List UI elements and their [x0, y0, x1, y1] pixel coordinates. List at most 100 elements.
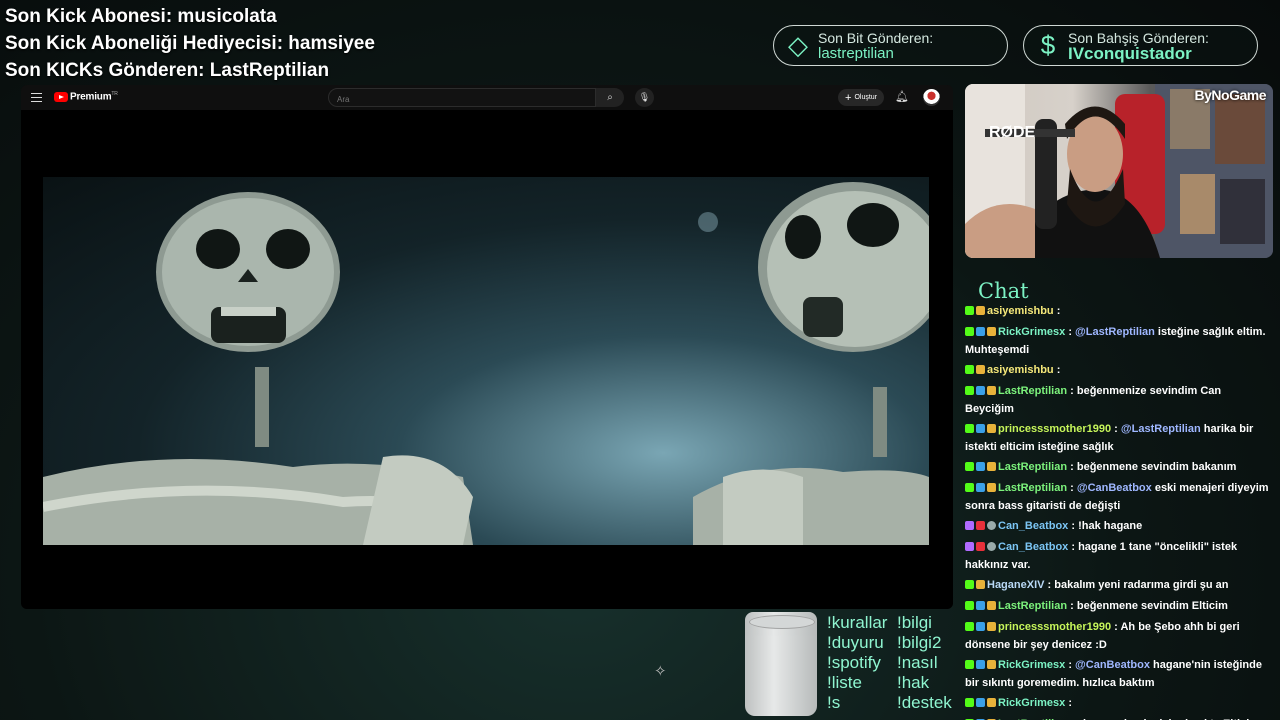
cup-image [745, 612, 817, 716]
search-box[interactable] [328, 88, 596, 108]
chat-mention[interactable]: @LastReptilian [1075, 326, 1155, 338]
chat-text: : [1065, 697, 1072, 709]
vip-badge-icon [976, 327, 985, 336]
sparkle-icon: ✧ [654, 663, 667, 680]
search-icon: ⌕ [607, 92, 613, 103]
chat-username[interactable]: asiyemishbu [987, 364, 1054, 376]
chat-title: Chat [978, 279, 1029, 303]
chat-badges [965, 460, 998, 477]
chat-username[interactable]: asiyemishbu [987, 305, 1054, 317]
chat-mention[interactable]: @LastReptilian [1121, 423, 1201, 435]
vip-badge-icon [976, 660, 985, 669]
chat-message: Can_Beatbox : !hak hagane [965, 518, 1272, 536]
mod-badge-icon [965, 542, 974, 551]
chat-message: LastReptilian : ah yaa o benim içimde uk… [965, 716, 1272, 720]
search-button[interactable]: ⌕ [596, 88, 624, 107]
chat-badges [965, 599, 998, 616]
chat-username[interactable]: RickGrimesx [998, 659, 1065, 671]
chat-username[interactable]: RickGrimesx [998, 326, 1065, 338]
chat-mention[interactable]: @CanBeatbox [1077, 482, 1152, 494]
chat-text: : bakalım yeni radarıma girdi şu an [1044, 579, 1229, 591]
chat-username[interactable]: princesssmother1990 [998, 621, 1111, 633]
chat-username[interactable]: LastReptilian [998, 482, 1067, 494]
mic-brand-label: RØDE [989, 124, 1036, 141]
chat-message: Can_Beatbox : hagane 1 tane "öncelikli" … [965, 539, 1272, 574]
webcam-view: RØDE ByNoGame [965, 84, 1273, 258]
chat-badges [965, 519, 998, 536]
menu-icon[interactable] [31, 93, 42, 102]
youtube-logo-icon[interactable] [54, 92, 68, 102]
search-input[interactable] [329, 91, 595, 108]
voice-search-button[interactable]: 🎙︎ [635, 88, 654, 107]
k-badge-icon [965, 601, 974, 610]
chat-text: : [1067, 482, 1077, 494]
vip-badge-icon [976, 483, 985, 492]
chat-text: : beğenmene sevindim Elticim [1067, 600, 1228, 612]
chat-message: LastReptilian : beğenmene sevindim Eltic… [965, 598, 1272, 616]
vip-badge-icon [976, 601, 985, 610]
chat-badges [965, 578, 987, 595]
chat-username[interactable]: LastReptilian [998, 385, 1067, 397]
command-item: !bilgi [897, 613, 932, 632]
sub-badge-icon [987, 601, 996, 610]
youtube-brand[interactable]: PremiumTR [70, 91, 118, 102]
last-kicks-text: Son KICKs Gönderen: LastReptilian [5, 60, 330, 81]
last-gift-text: Son Kick Aboneliği Hediyecisi: hamsiyee [5, 33, 375, 54]
red-badge-icon [976, 542, 985, 551]
red-badge-icon [976, 521, 985, 530]
k-badge-icon [965, 327, 974, 336]
sub-badge-icon [987, 327, 996, 336]
chat-text: : !hak hagane [1068, 520, 1143, 532]
vip-badge-icon [976, 462, 985, 471]
chat-mention[interactable]: @CanBeatbox [1075, 659, 1150, 671]
chat-text: : [1053, 305, 1061, 317]
command-item: !s [827, 693, 841, 712]
command-item: !duyuru [827, 633, 884, 652]
sub-badge-icon [976, 365, 985, 374]
command-item: !nasıl [897, 653, 938, 672]
last-bit-pill: ◇ Son Bit Gönderen: lastreptilian [773, 25, 1008, 66]
chat-badges [965, 422, 998, 439]
diamond-icon: ◇ [788, 30, 808, 60]
chat-text: : beğenmene sevindim bakanım [1067, 461, 1237, 473]
command-item: !liste [827, 673, 862, 692]
mic-icon: 🎙︎ [638, 92, 651, 102]
channel-brand-label: ByNoGame [1194, 87, 1267, 103]
k-badge-icon [965, 622, 974, 631]
commands-column-1: !kurallar !duyuru !spotify !liste !s [827, 613, 887, 713]
command-item: !hak [897, 673, 930, 692]
chat-username[interactable]: LastReptilian [998, 461, 1067, 473]
k-badge-icon [965, 698, 974, 707]
k-badge-icon [965, 306, 974, 315]
chat-message: asiyemishbu : [965, 303, 1272, 321]
k-badge-icon [965, 424, 974, 433]
chat-username[interactable]: LastReptilian [998, 600, 1067, 612]
bell-icon[interactable]: 🔔︎ [895, 90, 909, 103]
command-item: !destek [897, 693, 952, 712]
chat-message: HaganeXIV : bakalım yeni radarıma girdi … [965, 577, 1272, 595]
video-player[interactable] [21, 110, 953, 609]
avatar[interactable] [923, 89, 940, 106]
gray-badge-icon [987, 521, 996, 530]
chat-message: RickGrimesx : [965, 695, 1272, 713]
video-frame[interactable] [43, 177, 929, 545]
chat-username[interactable]: RickGrimesx [998, 697, 1065, 709]
k-badge-icon [965, 386, 974, 395]
chat-username[interactable]: Can_Beatbox [998, 541, 1068, 553]
chat-message: princesssmother1990 : @LastReptilian har… [965, 421, 1272, 456]
k-badge-icon [965, 462, 974, 471]
chat-message: LastReptilian : @CanBeatbox eski menajer… [965, 480, 1272, 515]
dollar-icon: $ [1040, 30, 1056, 60]
chat-username[interactable]: HaganeXIV [987, 579, 1044, 591]
alert-texts: Son Kick Abonesi: musicolata Son Kick Ab… [5, 3, 375, 84]
commands-column-2: !bilgi !bilgi2 !nasıl !hak !destek [897, 613, 952, 713]
sub-badge-icon [987, 483, 996, 492]
create-button[interactable]: + Oluştur [838, 89, 884, 106]
chat-username[interactable]: Can_Beatbox [998, 520, 1068, 532]
chat-text: : [1111, 423, 1121, 435]
vip-badge-icon [976, 622, 985, 631]
gray-badge-icon [987, 542, 996, 551]
k-badge-icon [965, 580, 974, 589]
chat-message: LastReptilian : beğenmene sevindim bakan… [965, 459, 1272, 477]
chat-username[interactable]: princesssmother1990 [998, 423, 1111, 435]
